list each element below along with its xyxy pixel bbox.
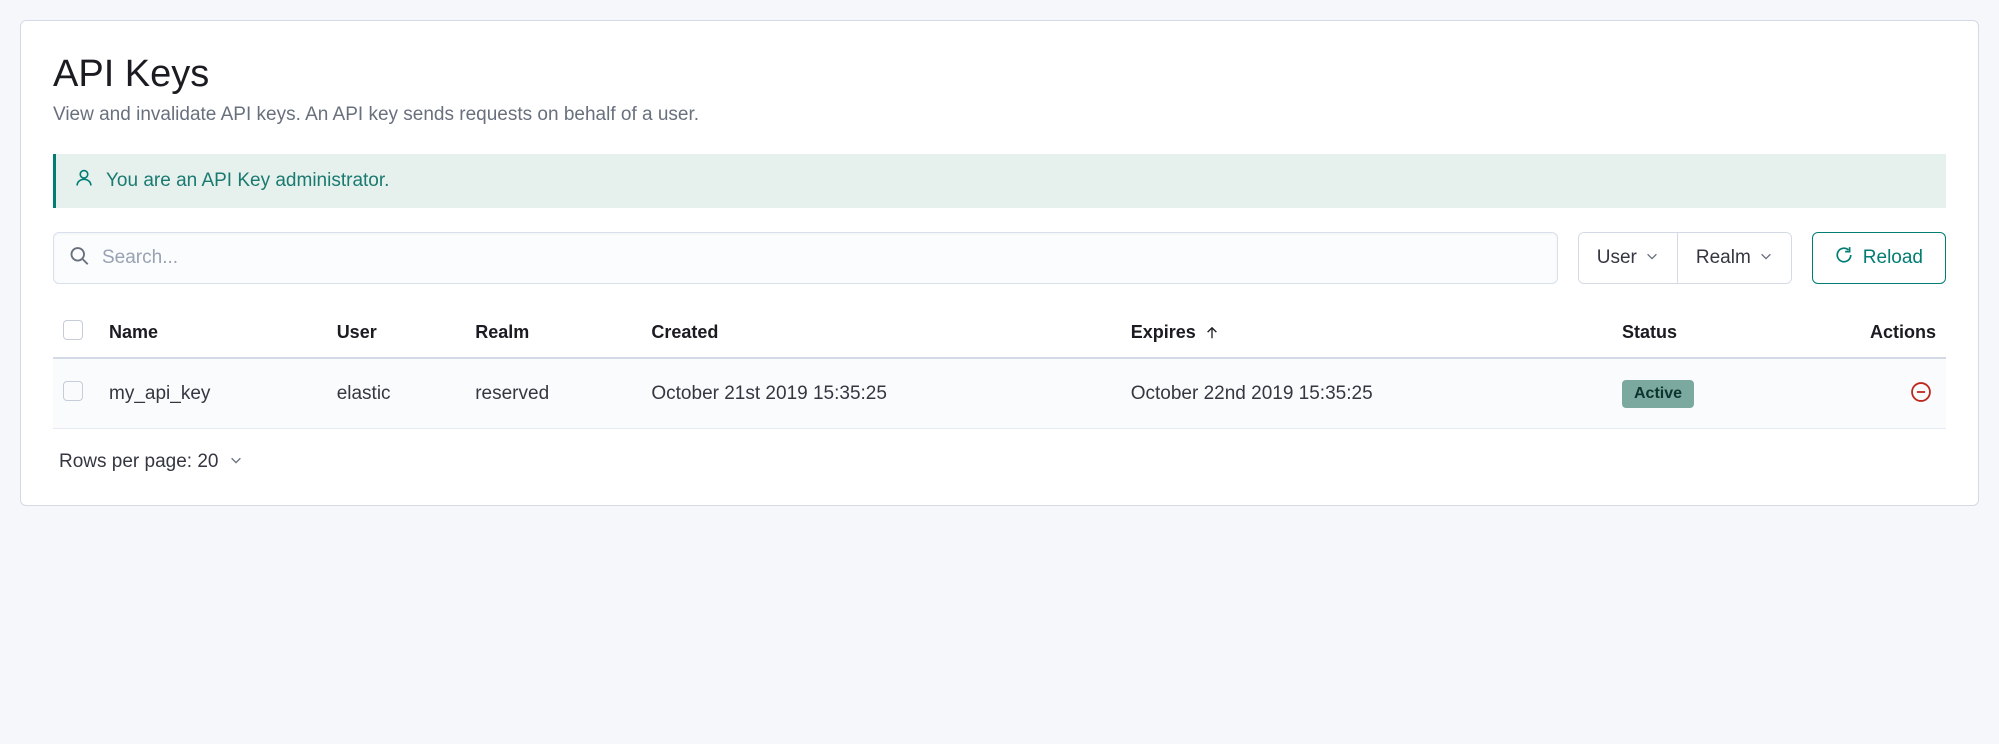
col-actions: Actions bbox=[1785, 308, 1946, 358]
col-realm[interactable]: Realm bbox=[465, 308, 641, 358]
reload-button[interactable]: Reload bbox=[1812, 232, 1946, 284]
filter-user-label: User bbox=[1597, 247, 1637, 269]
page-title: API Keys bbox=[53, 53, 1946, 96]
filter-user-button[interactable]: User bbox=[1579, 233, 1677, 283]
callout-text: You are an API Key administrator. bbox=[106, 170, 389, 192]
api-keys-table: Name User Realm Created Expires Status A… bbox=[53, 308, 1946, 429]
col-created[interactable]: Created bbox=[641, 308, 1120, 358]
status-badge: Active bbox=[1622, 380, 1694, 408]
refresh-icon bbox=[1835, 246, 1853, 270]
cell-expires: October 22nd 2019 15:35:25 bbox=[1121, 358, 1612, 429]
reload-label: Reload bbox=[1863, 247, 1923, 269]
row-select-checkbox[interactable] bbox=[63, 381, 83, 401]
table-header-row: Name User Realm Created Expires Status A… bbox=[53, 308, 1946, 358]
cell-realm: reserved bbox=[465, 358, 641, 429]
api-keys-panel: API Keys View and invalidate API keys. A… bbox=[20, 20, 1979, 506]
cell-created: October 21st 2019 15:35:25 bbox=[641, 358, 1120, 429]
col-status[interactable]: Status bbox=[1612, 308, 1785, 358]
cell-status: Active bbox=[1612, 358, 1785, 429]
filter-realm-label: Realm bbox=[1696, 247, 1751, 269]
page-subtitle: View and invalidate API keys. An API key… bbox=[53, 104, 1946, 126]
cell-user: elastic bbox=[327, 358, 466, 429]
table-row: my_api_key elastic reserved October 21st… bbox=[53, 358, 1946, 429]
col-expires[interactable]: Expires bbox=[1121, 308, 1612, 358]
invalidate-button[interactable] bbox=[1906, 377, 1936, 410]
search-wrap bbox=[53, 232, 1558, 284]
select-all-checkbox[interactable] bbox=[63, 320, 83, 340]
chevron-down-icon bbox=[229, 451, 243, 473]
rows-per-page-label: Rows per page: 20 bbox=[59, 451, 219, 473]
arrow-up-icon bbox=[1205, 326, 1219, 340]
minus-circle-icon bbox=[1910, 391, 1932, 406]
search-icon bbox=[69, 246, 89, 271]
col-user[interactable]: User bbox=[327, 308, 466, 358]
admin-callout: You are an API Key administrator. bbox=[53, 154, 1946, 208]
filter-realm-button[interactable]: Realm bbox=[1677, 233, 1791, 283]
chevron-down-icon bbox=[1759, 247, 1773, 269]
col-name[interactable]: Name bbox=[99, 308, 327, 358]
controls-bar: User Realm Reload bbox=[53, 232, 1946, 284]
cell-actions bbox=[1785, 358, 1946, 429]
chevron-down-icon bbox=[1645, 247, 1659, 269]
filter-group: User Realm bbox=[1578, 232, 1792, 284]
cell-name: my_api_key bbox=[99, 358, 327, 429]
search-input[interactable] bbox=[53, 232, 1558, 284]
rows-per-page-button[interactable]: Rows per page: 20 bbox=[53, 429, 1946, 473]
user-admin-icon bbox=[74, 168, 94, 194]
